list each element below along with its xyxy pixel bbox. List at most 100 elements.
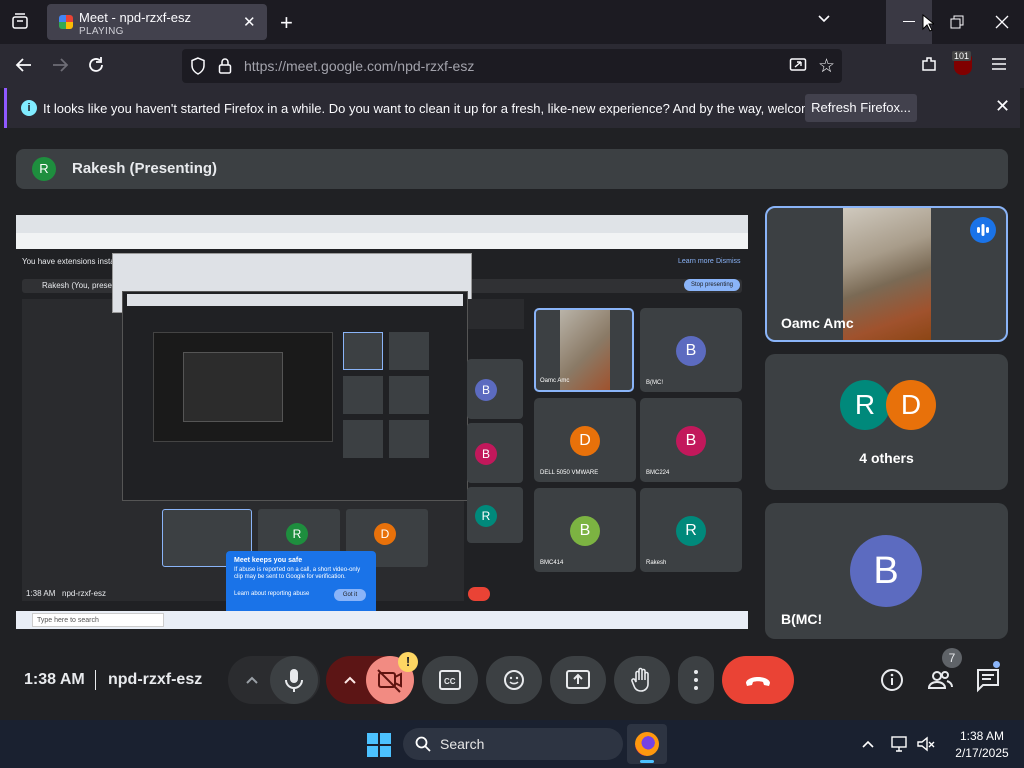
tab-close-icon[interactable]: ✕ (243, 13, 256, 31)
new-tab-icon[interactable]: + (280, 10, 293, 36)
forward-icon (50, 55, 70, 80)
navigation-bar: https://meet.google.com/npd-rzxf-esz ☆ 1… (0, 44, 1024, 88)
avatar: R (840, 380, 890, 430)
firefox-taskbar-icon[interactable] (627, 724, 667, 764)
shared-stop-presenting: Stop presenting (684, 279, 740, 291)
firefox-refresh-notification: i It looks like you haven't started Fire… (4, 88, 1020, 128)
tab-strip: Meet - npd-rzxf-esz PLAYING ✕ + (0, 0, 1024, 44)
close-notification-icon[interactable]: ✕ (995, 96, 1010, 117)
minimize-button[interactable] (886, 0, 934, 44)
chat-notification-dot (992, 660, 1001, 669)
shared-safe-text: If abuse is reported on a call, a short … (234, 567, 361, 580)
leave-call-button[interactable] (722, 656, 794, 704)
meeting-time: 1:38 AM (24, 671, 85, 688)
participant-name: B(MC! (781, 611, 823, 627)
clock-date[interactable]: 2/17/2025 (946, 746, 1018, 760)
video-options-chevron-icon[interactable] (338, 670, 362, 695)
shared-dismiss: Dismiss (716, 258, 741, 265)
shared-mirror-time: 1:38 AM (26, 589, 56, 598)
shared-tile: B B(MC! (640, 308, 742, 392)
meeting-code: npd-rzxf-esz (108, 671, 203, 688)
presenting-bar: R Rakesh (Presenting) (16, 149, 1008, 189)
more-options-button[interactable] (678, 656, 714, 704)
shared-tile-oamc: Oamc Amc (534, 308, 634, 392)
warning-icon: ! (398, 652, 418, 672)
tab-meet[interactable]: Meet - npd-rzxf-esz PLAYING ✕ (47, 4, 267, 40)
url-text: https://meet.google.com/npd-rzxf-esz (244, 58, 475, 74)
avatar: R (32, 157, 56, 181)
captions-button[interactable]: CC (422, 656, 478, 704)
participant-tile-others[interactable]: R D 4 others (765, 354, 1008, 490)
restore-button[interactable] (940, 0, 980, 44)
shared-safe-title: Meet keeps you safe (234, 557, 303, 564)
shared-tile: R Rakesh (640, 488, 742, 572)
screen-share-indicator-icon[interactable] (789, 56, 807, 79)
reactions-button[interactable] (486, 656, 542, 704)
raise-hand-button[interactable] (614, 656, 670, 704)
meet-favicon-icon (59, 15, 73, 29)
menu-hamburger-icon[interactable] (990, 55, 1008, 78)
extensions-icon[interactable] (920, 55, 938, 78)
participant-video (843, 208, 931, 340)
meet-control-bar: 1:38 AM npd-rzxf-esz ! CC 7 (0, 640, 1024, 720)
lock-icon[interactable] (218, 57, 232, 80)
taskbar-search-label: Search (440, 736, 485, 752)
present-screen-button[interactable] (550, 656, 606, 704)
search-icon (415, 736, 431, 757)
svg-text:CC: CC (444, 677, 456, 686)
shared-tile: R (467, 487, 523, 543)
windows-taskbar: Search 1:38 AM 2/17/2025 (0, 720, 1024, 768)
shared-tile: B (467, 359, 523, 419)
recursive-mirror: R D Meet keeps you safe If abuse is repo… (22, 253, 472, 615)
notification-text: It looks like you haven't started Firefo… (43, 101, 854, 116)
mirror-window-2 (122, 291, 468, 501)
speaking-indicator-icon (970, 217, 996, 243)
shared-tile: B BMC224 (640, 398, 742, 482)
shared-end-call (468, 587, 490, 601)
microphone-button[interactable] (270, 656, 318, 704)
bookmark-star-icon[interactable]: ☆ (818, 55, 835, 78)
windows-start-icon[interactable] (367, 733, 391, 757)
url-bar[interactable]: https://meet.google.com/npd-rzxf-esz ☆ (182, 49, 842, 83)
tab-playing-label: PLAYING (79, 26, 124, 37)
shared-taskbar: Type here to search (16, 611, 748, 629)
participant-tile-oamc-amc[interactable]: Oamc Amc (765, 206, 1008, 342)
tab-title: Meet - npd-rzxf-esz (79, 10, 191, 25)
show-hidden-icons-chevron-icon[interactable] (860, 736, 876, 757)
shared-tab-strip (16, 215, 748, 233)
shared-tile: B (467, 423, 523, 483)
shared-address-bar (16, 233, 748, 249)
shared-safe-dialog: Meet keeps you safe If abuse is reported… (226, 551, 376, 615)
audio-options-chevron-icon[interactable] (240, 670, 264, 695)
clock-time[interactable]: 1:38 AM (946, 729, 1018, 743)
participant-tile-bmc[interactable]: B B(MC! (765, 503, 1008, 639)
participant-name: Oamc Amc (781, 315, 854, 331)
shared-tile: B BMC414 (534, 488, 636, 572)
volume-muted-icon[interactable] (916, 735, 936, 758)
shared-tile: D DELL 5050 VMWARE (534, 398, 636, 482)
shield-icon[interactable] (190, 57, 206, 80)
shared-safe-link: Learn about reporting abuse (234, 591, 310, 597)
chat-icon[interactable] (974, 666, 1002, 699)
divider (95, 670, 96, 690)
avatar: D (886, 380, 936, 430)
people-count-badge: 7 (942, 648, 962, 668)
chevron-down-icon[interactable] (816, 10, 832, 31)
refresh-firefox-button[interactable]: Refresh Firefox... (805, 94, 917, 122)
back-icon[interactable] (14, 55, 34, 80)
meeting-details-icon[interactable] (878, 666, 906, 699)
shared-learn-more: Learn more (678, 258, 714, 265)
tab-list-icon[interactable] (10, 11, 30, 36)
others-count: 4 others (859, 450, 914, 466)
people-icon[interactable] (926, 666, 954, 699)
info-icon: i (21, 100, 37, 116)
close-window-button[interactable] (984, 0, 1024, 44)
extension-badge: 101 (952, 51, 972, 61)
shared-screen: You have extensions installed that Learn… (16, 215, 748, 629)
shared-safe-ok: Got it (334, 589, 366, 601)
network-icon[interactable] (890, 735, 910, 758)
reload-icon[interactable] (86, 55, 106, 80)
avatar: B (850, 535, 922, 607)
shared-mirror-code: npd-rzxf-esz (62, 589, 107, 598)
taskbar-search-box[interactable]: Search (403, 728, 623, 760)
